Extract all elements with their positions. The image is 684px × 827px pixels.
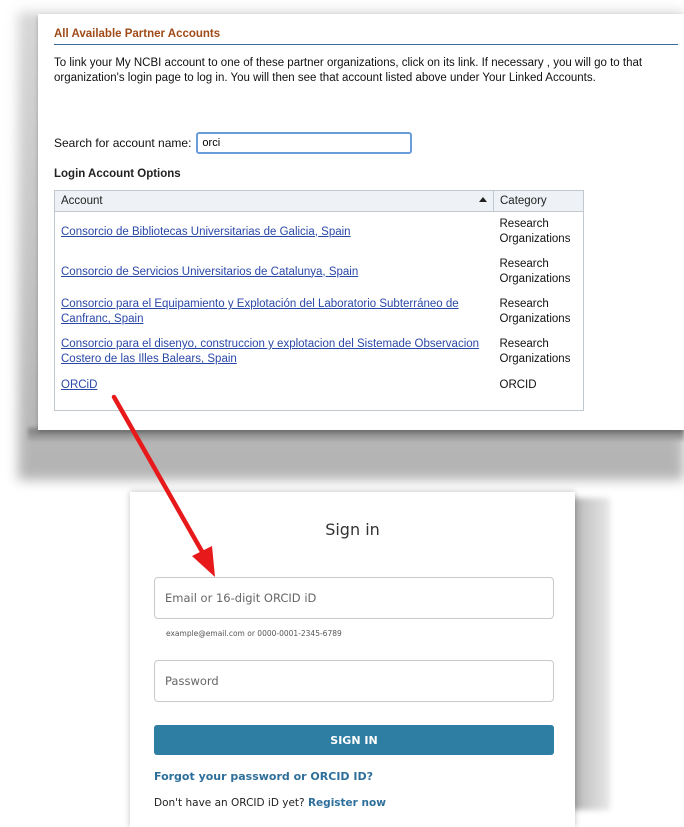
orcid-account-link[interactable]: ORCiD <box>61 379 97 391</box>
no-account-text: Don't have an ORCID iD yet? <box>154 797 305 809</box>
table-header-row: Account Category <box>54 190 584 212</box>
account-cell: Consorcio de Servicios Universitarios de… <box>55 252 494 292</box>
account-column-header[interactable]: Account <box>54 190 494 212</box>
category-cell: Research Organizations <box>499 298 571 325</box>
register-link[interactable]: Register now <box>308 797 386 809</box>
account-link[interactable]: Consorcio para el Equipamiento y Explota… <box>61 298 459 325</box>
table-row: Consorcio de Servicios Universitarios de… <box>55 252 584 292</box>
password-field[interactable] <box>154 660 554 702</box>
account-cell: ORCiD <box>55 372 494 411</box>
category-cell: ORCID <box>499 379 537 391</box>
category-cell: Research Organizations <box>499 258 571 285</box>
section-title: All Available Partner Accounts <box>54 28 678 45</box>
account-link[interactable]: Consorcio para el disenyo, construccion … <box>61 338 479 365</box>
sign-in-button[interactable]: SIGN IN <box>154 725 554 755</box>
sort-ascending-icon[interactable] <box>479 197 487 202</box>
options-title: Login Account Options <box>54 168 181 180</box>
account-table: Account Category Consorcio de Biblioteca… <box>54 190 584 411</box>
orcid-signin-panel: Sign in example@email.com or 0000-0001-2… <box>130 492 575 827</box>
account-link[interactable]: Consorcio de Servicios Universitarios de… <box>61 266 358 278</box>
account-cell: Consorcio para el disenyo, construccion … <box>55 332 494 372</box>
email-hint: example@email.com or 0000-0001-2345-6789 <box>166 629 342 638</box>
category-cell: Research Organizations <box>499 218 571 245</box>
search-input[interactable] <box>196 132 413 154</box>
search-row: Search for account name: <box>54 132 413 154</box>
account-link[interactable]: Consorcio de Bibliotecas Universitarias … <box>61 226 351 238</box>
table-row: Consorcio para el Equipamiento y Explota… <box>55 292 584 332</box>
table-row: ORCiD ORCID <box>55 372 584 411</box>
account-cell: Consorcio de Bibliotecas Universitarias … <box>55 212 494 253</box>
account-cell: Consorcio para el Equipamiento y Explota… <box>55 292 494 332</box>
forgot-password-link[interactable]: Forgot your password or ORCID ID? <box>154 770 373 783</box>
category-column-header[interactable]: Category <box>493 190 584 212</box>
register-line: Don't have an ORCID iD yet? Register now <box>154 797 386 809</box>
search-label: Search for account name: <box>54 136 192 150</box>
signin-title: Sign in <box>325 520 380 539</box>
table-row: Consorcio para el disenyo, construccion … <box>55 332 584 372</box>
email-field[interactable] <box>154 577 554 619</box>
partner-accounts-panel: All Available Partner Accounts To link y… <box>38 14 684 430</box>
table-row: Consorcio de Bibliotecas Universitarias … <box>55 212 584 253</box>
intro-text: To link your My NCBI account to one of t… <box>54 57 643 84</box>
category-cell: Research Organizations <box>499 338 571 365</box>
